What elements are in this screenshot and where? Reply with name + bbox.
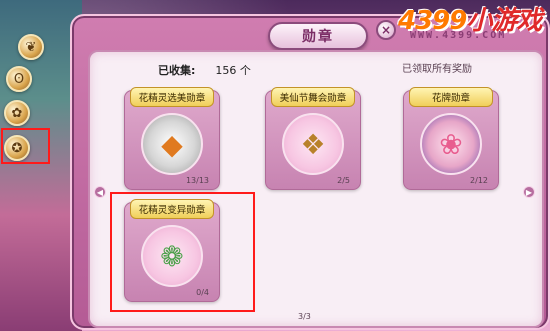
medal-card[interactable]: 花精灵选美勋章 ◆ 13/13 bbox=[124, 87, 220, 190]
medal-progress: 0/4 bbox=[196, 288, 209, 297]
site-logo: 4399小游戏 WWW.4399.COM bbox=[398, 0, 550, 50]
next-arrow-icon: ▶ bbox=[525, 187, 533, 197]
rose-wreath-icon: ❀ bbox=[420, 113, 482, 175]
medal-card[interactable]: 花精灵变异勋章 ❁ 0/4 bbox=[124, 199, 220, 302]
collected-label: 已收集: bbox=[158, 64, 196, 77]
prev-arrow-icon: ◀ bbox=[96, 187, 104, 197]
window-title: 勋章 bbox=[268, 22, 368, 50]
medal-icon: ✪ bbox=[11, 140, 23, 156]
medal-name: 花精灵选美勋章 bbox=[130, 87, 214, 107]
bear-icon: ʘ bbox=[13, 71, 25, 87]
side-menu-bear[interactable]: ʘ bbox=[6, 66, 32, 92]
page-indicator: 3/3 bbox=[298, 312, 311, 321]
side-menu-medal[interactable]: ✪ bbox=[4, 135, 30, 161]
claim-all-status[interactable]: 已领取所有奖励 bbox=[402, 60, 472, 75]
medal-card[interactable]: 花牌勋章 ❀ 2/12 bbox=[403, 87, 499, 190]
flower-globe-icon: ❁ bbox=[141, 225, 203, 287]
logo-url: WWW.4399.COM bbox=[410, 30, 507, 41]
prev-page-button[interactable]: ◀ bbox=[94, 186, 106, 198]
side-menu-fox[interactable]: ✿ bbox=[4, 100, 30, 126]
medal-card[interactable]: 美仙节舞会勋章 ❖ 2/5 bbox=[265, 87, 361, 190]
medal-name: 花牌勋章 bbox=[409, 87, 493, 107]
collected-summary: 已收集: 156 个 bbox=[158, 62, 251, 78]
side-menu-leaf[interactable]: ❦ bbox=[18, 34, 44, 60]
medal-progress: 2/12 bbox=[470, 176, 488, 185]
close-icon: × bbox=[380, 23, 392, 37]
leaf-icon: ❦ bbox=[25, 39, 37, 55]
close-button[interactable]: × bbox=[376, 20, 396, 40]
medal-progress: 2/5 bbox=[337, 176, 350, 185]
golden-wing-icon: ❖ bbox=[282, 113, 344, 175]
collected-count: 156 个 bbox=[215, 64, 251, 77]
next-page-button[interactable]: ▶ bbox=[523, 186, 535, 198]
peacock-egg-icon: ◆ bbox=[141, 113, 203, 175]
fox-icon: ✿ bbox=[11, 105, 23, 121]
medal-name: 花精灵变异勋章 bbox=[130, 199, 214, 219]
medal-progress: 13/13 bbox=[185, 176, 209, 185]
window-title-text: 勋章 bbox=[302, 29, 334, 45]
medal-name: 美仙节舞会勋章 bbox=[271, 87, 355, 107]
